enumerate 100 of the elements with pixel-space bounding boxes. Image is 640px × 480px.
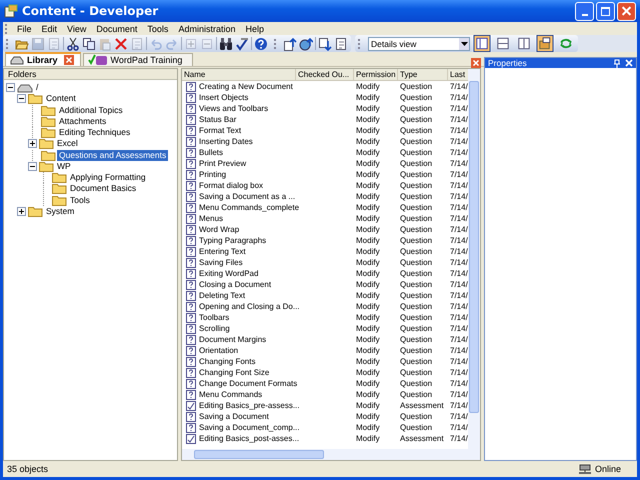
- question-icon: [186, 82, 196, 92]
- pin-icon[interactable]: [613, 58, 621, 68]
- table-cell-text: Modify: [355, 324, 381, 333]
- tree-item[interactable]: WP: [55, 160, 73, 172]
- table-cell-text: 7/14/: [449, 137, 468, 146]
- caret-icon: [460, 42, 468, 46]
- question-icon: [186, 346, 196, 356]
- collapse-icon[interactable]: [28, 162, 37, 171]
- column-header[interactable]: Type: [398, 69, 448, 80]
- close-button[interactable]: [617, 2, 636, 20]
- table-cell-text: 7/14/: [449, 291, 468, 300]
- help-icon[interactable]: [254, 36, 268, 50]
- tree-item[interactable]: Additional Topics: [57, 104, 125, 116]
- menu-item[interactable]: Administration: [173, 24, 240, 34]
- menu-item[interactable]: Help: [240, 24, 269, 34]
- table-cell: Editing Basics_post-asses...: [199, 434, 300, 443]
- binoculars-icon[interactable]: [219, 36, 233, 50]
- question-icon: [186, 202, 196, 212]
- menu-item[interactable]: Document: [91, 24, 142, 34]
- question-icon: [186, 170, 196, 180]
- tree-item[interactable]: Document Basics: [68, 183, 138, 194]
- collapse-icon[interactable]: [17, 94, 26, 104]
- menu-item[interactable]: View: [62, 24, 92, 34]
- vertical-scrollbar[interactable]: [468, 69, 480, 449]
- tree-item[interactable]: Applying Formatting: [68, 172, 148, 184]
- table-cell: Format Text: [199, 126, 242, 135]
- collapse-icon[interactable]: [6, 83, 15, 92]
- table-cell: Word Wrap: [199, 225, 240, 234]
- table-cell-text: 7/14/: [449, 192, 468, 201]
- tree-item[interactable]: /: [34, 82, 40, 94]
- close-icon[interactable]: [471, 58, 481, 68]
- table-cell-text: 7/14/: [449, 324, 468, 333]
- menu-item[interactable]: Edit: [36, 24, 62, 34]
- table-cell-text: Modify: [355, 192, 381, 201]
- table-cell-text: Assessment: [399, 434, 445, 443]
- tree-item[interactable]: Tools: [68, 194, 92, 206]
- scissors-icon[interactable]: [66, 36, 80, 50]
- table-cell-text: Question: [399, 335, 434, 344]
- menu-item[interactable]: Tools: [142, 24, 174, 34]
- folder-icon: [52, 183, 67, 194]
- close-icon[interactable]: [64, 55, 74, 65]
- copy-icon[interactable]: [82, 36, 96, 50]
- tab[interactable]: WordPad Training: [82, 53, 193, 66]
- column-header[interactable]: Checked Ou...: [296, 69, 354, 80]
- tree-item[interactable]: Content: [44, 93, 78, 104]
- table-cell-text: Modify: [355, 291, 381, 300]
- table-cell-text: 7/14/: [449, 159, 468, 168]
- view-dropdown[interactable]: Details view: [368, 36, 470, 50]
- table-cell-text: Modify: [355, 247, 381, 256]
- table-cell-text: Modify: [355, 368, 381, 377]
- table-cell-text: Question: [399, 324, 434, 333]
- tree-item[interactable]: Editing Techniques: [57, 127, 132, 138]
- page-down-arrow-icon[interactable]: [318, 36, 332, 50]
- table-cell-text: 7/14/: [449, 335, 468, 344]
- table-cell: Menus: [199, 214, 224, 223]
- table-cell-text: Question: [399, 214, 434, 223]
- assessment-icon: [186, 434, 196, 444]
- table-cell-text: Question: [399, 368, 434, 377]
- table-cell: Saving Files: [199, 258, 243, 267]
- pane-title: Properties: [488, 58, 527, 68]
- table-cell-text: Question: [399, 269, 434, 278]
- question-icon: [186, 192, 196, 202]
- menu-item[interactable]: File: [12, 24, 37, 34]
- table-cell-text: Modify: [355, 214, 381, 223]
- folder-icon: [28, 93, 43, 104]
- table-cell-text: Modify: [355, 302, 381, 311]
- column-header[interactable]: Name: [182, 69, 296, 80]
- table-cell: Menu Commands_complete: [199, 203, 300, 212]
- question-icon: [186, 180, 196, 190]
- tree-item[interactable]: Attachments: [57, 116, 108, 127]
- properties-pane-icon[interactable]: [536, 35, 554, 52]
- table-cell-text: 7/14/: [449, 93, 468, 102]
- minimize-button[interactable]: [575, 2, 594, 20]
- table-cell: Scrolling: [199, 324, 230, 333]
- maximize-button[interactable]: [596, 2, 615, 20]
- delete-icon[interactable]: [114, 36, 128, 50]
- close-icon[interactable]: [625, 59, 633, 67]
- details-view-icon[interactable]: [473, 35, 491, 52]
- tree-item[interactable]: System: [44, 206, 76, 217]
- network-icon: [578, 464, 592, 474]
- table-cell-text: 7/14/: [449, 236, 468, 245]
- tree-item[interactable]: Questions and Assessments: [57, 150, 168, 161]
- spell-check-icon[interactable]: [235, 36, 249, 50]
- table-cell-text: 7/14/: [449, 104, 468, 113]
- table-cell: Menu Commands: [199, 390, 262, 399]
- question-icon: [186, 114, 196, 124]
- question-icon: [186, 126, 196, 136]
- question-icon: [186, 302, 196, 312]
- pane-header: Folders: [4, 69, 177, 80]
- expand-icon[interactable]: [28, 139, 37, 148]
- table-cell-text: Question: [399, 247, 434, 256]
- table-cell-text: 7/14/: [449, 214, 468, 223]
- column-header[interactable]: Permission: [354, 69, 398, 80]
- tree-item[interactable]: Excel: [55, 138, 80, 150]
- page-up-arrow-icon[interactable]: [283, 36, 297, 50]
- table-cell-text: Question: [399, 126, 434, 135]
- table-cell-text: 7/14/: [449, 434, 468, 443]
- horizontal-scrollbar[interactable]: [181, 449, 481, 461]
- tab[interactable]: Library: [5, 52, 81, 66]
- expand-icon[interactable]: [17, 206, 26, 216]
